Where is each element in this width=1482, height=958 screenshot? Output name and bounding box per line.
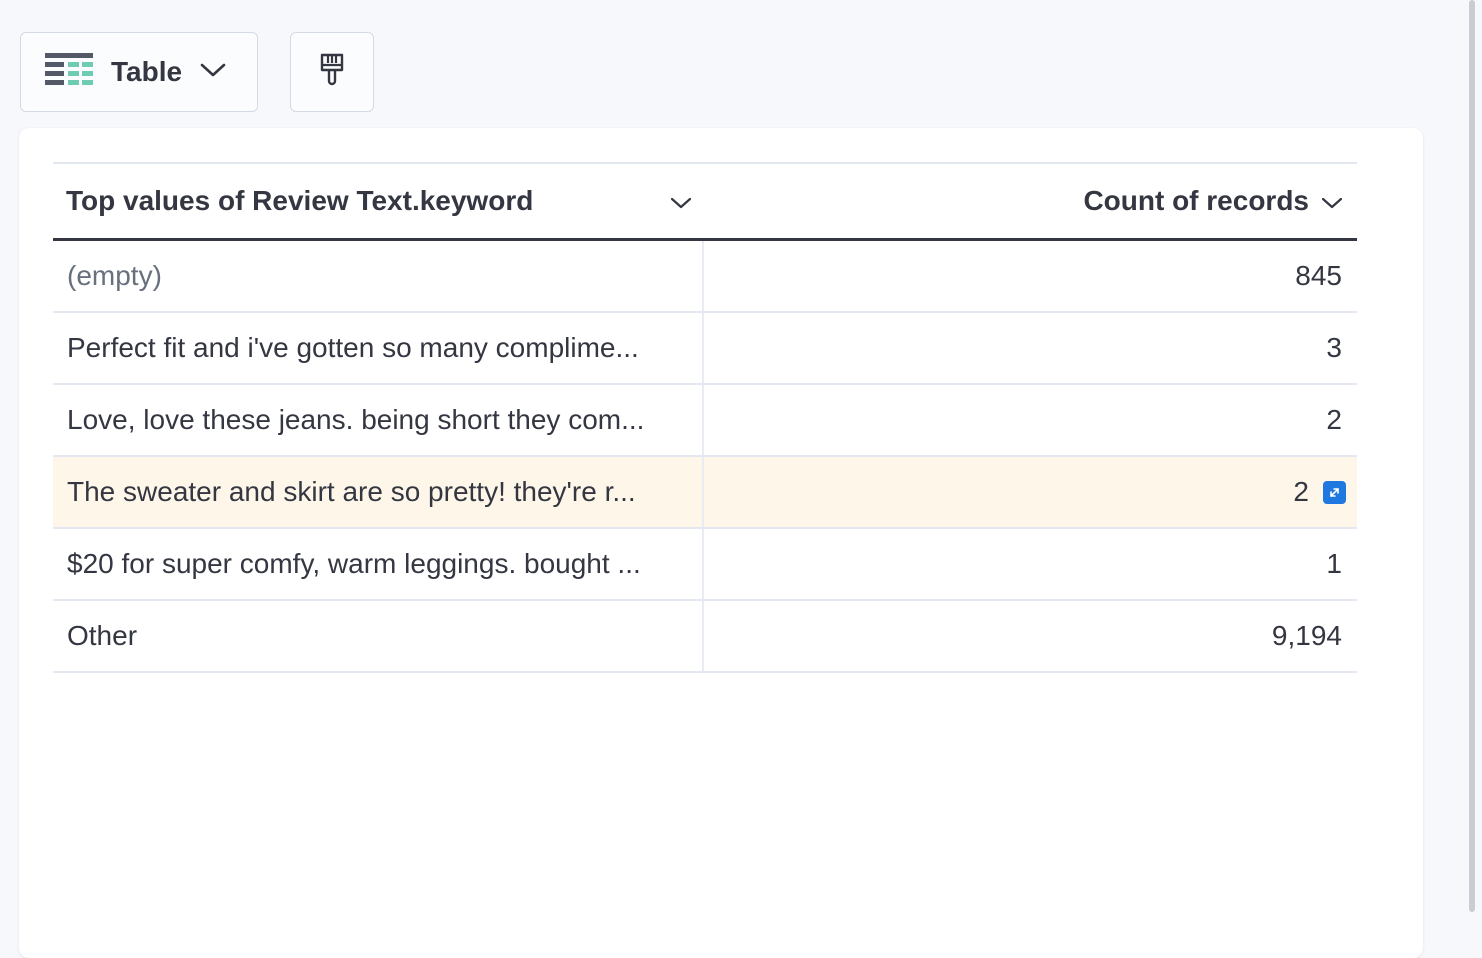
column-header-count[interactable]: Count of records: [704, 185, 1357, 217]
column-header-top-values[interactable]: Top values of Review Text.keyword: [53, 185, 704, 217]
table-cell-value[interactable]: Love, love these jeans. being short they…: [53, 385, 704, 455]
expand-icon[interactable]: [1323, 480, 1346, 504]
table-cell-count[interactable]: 9,194: [704, 601, 1357, 671]
table-cell-count[interactable]: 2: [704, 385, 1357, 455]
table-cell-count[interactable]: 3: [704, 313, 1357, 383]
chevron-down-icon[interactable]: [670, 185, 692, 217]
chevron-down-icon: [200, 62, 226, 83]
table-cell-value[interactable]: Perfect fit and i've gotten so many comp…: [53, 313, 704, 383]
table-cell-count[interactable]: 1: [704, 529, 1357, 599]
table-icon: [45, 52, 95, 93]
table-panel: Top values of Review Text.keyword Count …: [19, 128, 1423, 958]
style-settings-button[interactable]: [290, 32, 374, 112]
table-row[interactable]: Love, love these jeans. being short they…: [53, 385, 1357, 457]
visualization-type-label: Table: [111, 56, 183, 87]
table-cell-count[interactable]: 2: [704, 457, 1357, 527]
paintbrush-icon: [319, 53, 345, 92]
table-row[interactable]: $20 for super comfy, warm leggings. boug…: [53, 529, 1357, 601]
table-row-highlighted[interactable]: The sweater and skirt are so pretty! the…: [53, 457, 1357, 529]
table-row[interactable]: Perfect fit and i've gotten so many comp…: [53, 313, 1357, 385]
visualization-type-switcher[interactable]: Table: [20, 32, 258, 112]
table-row[interactable]: Other 9,194: [53, 601, 1357, 673]
table-cell-value[interactable]: $20 for super comfy, warm leggings. boug…: [53, 529, 704, 599]
column-header-label: Count of records: [1083, 185, 1309, 216]
column-header-label: Top values of Review Text.keyword: [66, 185, 534, 216]
table-cell-count-text: 2: [1293, 476, 1309, 507]
scrollbar[interactable]: [1469, 0, 1475, 912]
chevron-down-icon[interactable]: [1321, 185, 1343, 217]
data-table: Top values of Review Text.keyword Count …: [53, 162, 1357, 673]
table-cell-value[interactable]: The sweater and skirt are so pretty! the…: [53, 457, 704, 527]
table-cell-value[interactable]: (empty): [53, 241, 704, 311]
table-header: Top values of Review Text.keyword Count …: [53, 164, 1357, 241]
table-cell-value[interactable]: Other: [53, 601, 704, 671]
table-cell-count[interactable]: 845: [704, 241, 1357, 311]
table-row[interactable]: (empty) 845: [53, 241, 1357, 313]
